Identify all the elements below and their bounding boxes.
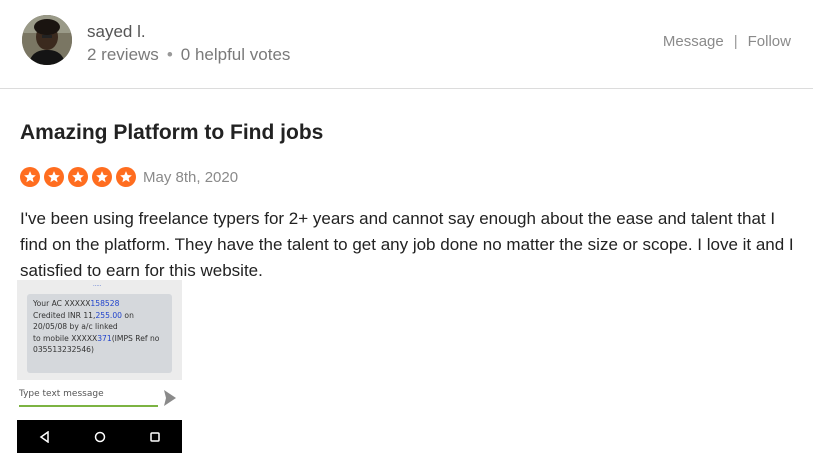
star-icon [92, 167, 112, 187]
review-body: I've been using freelance typers for 2+ … [20, 209, 794, 280]
user-stats: 2 reviews • 0 helpful votes [87, 45, 290, 65]
helpful-votes: 0 helpful votes [180, 45, 291, 64]
review-date: May 8th, 2020 [143, 169, 239, 186]
star-rating [20, 167, 136, 187]
user-actions: Message | Follow [663, 33, 791, 50]
stats-separator: • [166, 45, 173, 64]
attached-screenshot[interactable]: ..... Your AC XXXXX158528 Credited INR 1… [17, 280, 182, 453]
review-title: Amazing Platform to Find jobs [20, 121, 324, 144]
follow-button[interactable]: Follow [748, 33, 791, 50]
sms-line: Credited INR 11,255.00 on [33, 310, 134, 320]
star-icon [68, 167, 88, 187]
avatar[interactable] [22, 15, 72, 65]
sms-bubble: Your AC XXXXX158528 Credited INR 11,255.… [27, 294, 172, 373]
actions-separator: | [733, 33, 738, 50]
send-icon [164, 390, 176, 406]
sms-input-placeholder: Type text message [19, 387, 158, 407]
android-navbar [17, 420, 182, 453]
back-icon [39, 430, 49, 443]
sms-line: 20/05/08 by a/c linked [33, 322, 118, 331]
star-icon [44, 167, 64, 187]
user-name[interactable]: sayed l. [87, 22, 146, 42]
sms-line: 035513232546) [33, 345, 94, 354]
reviewer-header: sayed l. 2 reviews • 0 helpful votes Messa… [0, 0, 813, 89]
sms-thread: ..... Your AC XXXXX158528 Credited INR 1… [17, 280, 182, 380]
sms-dots: ..... [93, 282, 102, 288]
sms-line: Your AC XXXXX158528 [33, 299, 120, 308]
review-count: 2 reviews [87, 45, 159, 64]
star-icon [116, 167, 136, 187]
recents-icon [149, 431, 160, 442]
sms-line: to mobile XXXXX371(IMPS Ref no [33, 333, 160, 343]
star-icon [20, 167, 40, 187]
home-icon [94, 431, 105, 442]
message-button[interactable]: Message [663, 33, 724, 50]
